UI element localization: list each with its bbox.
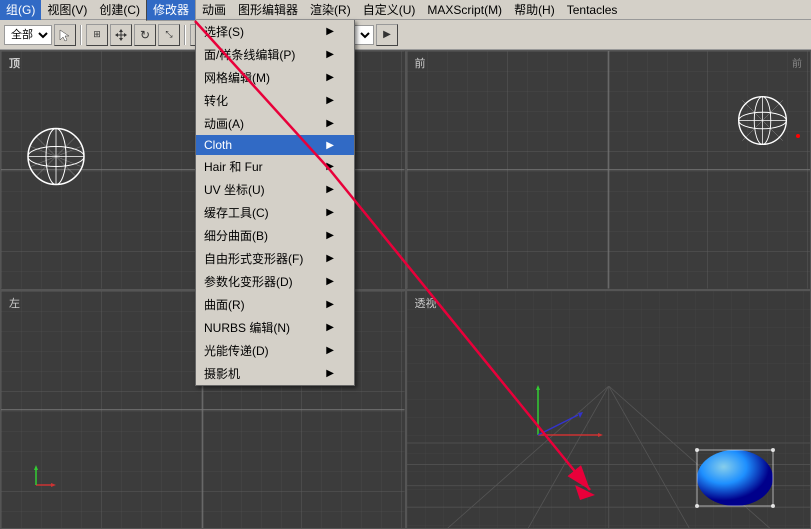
submenu-arrow-subdiv: ▶ xyxy=(326,230,334,241)
submenu-arrow-mesh-edit: ▶ xyxy=(326,72,334,83)
sphere-perspective-svg xyxy=(690,438,780,508)
extra-btn-2[interactable]: ▶ xyxy=(376,24,398,46)
toolbar-sep-1 xyxy=(80,25,82,45)
menu-item-camera[interactable]: 摄影机 ▶ xyxy=(196,362,354,385)
submenu-arrow-select: ▶ xyxy=(326,26,334,37)
submenu-arrow-face-spline: ▶ xyxy=(326,49,334,60)
menu-item-surface[interactable]: 曲面(R) ▶ xyxy=(196,293,354,316)
menu-item-cache[interactable]: 缓存工具(C) ▶ xyxy=(196,201,354,224)
submenu-arrow-animation: ▶ xyxy=(326,118,334,129)
menu-item-mesh-edit[interactable]: 网格编辑(M) ▶ xyxy=(196,66,354,89)
menu-animation[interactable]: 动画 xyxy=(196,0,232,20)
menu-create[interactable]: 创建(C) xyxy=(93,0,146,20)
menu-item-param-deform[interactable]: 参数化变形器(D) ▶ xyxy=(196,270,354,293)
menu-item-nurbs[interactable]: NURBS 编辑(N) ▶ xyxy=(196,316,354,339)
menu-modifier[interactable]: 修改器 xyxy=(146,0,196,21)
submenu-arrow-surface: ▶ xyxy=(326,299,334,310)
menu-view[interactable]: 视图(V) xyxy=(41,0,93,20)
sphere-wire-svg-2 xyxy=(735,93,790,148)
menu-item-select[interactable]: 选择(S) ▶ xyxy=(196,20,354,43)
menu-item-hair-fur[interactable]: Hair 和 Fur ▶ xyxy=(196,155,354,178)
viewport-corner-label: 前 xyxy=(792,55,802,70)
submenu-arrow-nurbs: ▶ xyxy=(326,322,334,333)
submenu-arrow-radiosity: ▶ xyxy=(326,345,334,356)
menu-item-convert[interactable]: 转化 ▶ xyxy=(196,89,354,112)
move-btn[interactable] xyxy=(110,24,132,46)
cursor-icon xyxy=(58,28,72,42)
snap-btn[interactable]: ⊞ xyxy=(86,24,108,46)
viewport-left-label: 左 xyxy=(9,295,20,311)
menu-graph-editor[interactable]: 图形编辑器 xyxy=(232,0,304,20)
modifier-dropdown: 选择(S) ▶ 面/样条线编辑(P) ▶ 网格编辑(M) ▶ 转化 ▶ 动画(A… xyxy=(195,20,355,386)
axis-indicator-left xyxy=(16,465,56,508)
sphere-wire-topleft xyxy=(26,126,86,189)
sphere-perspective xyxy=(690,438,780,508)
viewport-perspective-label: 透视 xyxy=(415,295,437,311)
menubar: 组(G) 视图(V) 创建(C) 修改器 动画 图形编辑器 渲染(R) 自定义(… xyxy=(0,0,811,20)
submenu-arrow-convert: ▶ xyxy=(326,95,334,106)
scale-btn[interactable]: ⤡ xyxy=(158,24,180,46)
submenu-arrow-cloth: ▶ xyxy=(326,140,334,151)
toolbar-sep-2 xyxy=(184,25,186,45)
menu-item-radiosity[interactable]: 光能传递(D) ▶ xyxy=(196,339,354,362)
menu-item-face-spline[interactable]: 面/样条线编辑(P) ▶ xyxy=(196,43,354,66)
menu-item-subdiv[interactable]: 细分曲面(B) ▶ xyxy=(196,224,354,247)
toolbar: 全部 ⊞ ↻ ⤡ 3 % ⊕ ABC 创建选择集 ▶ xyxy=(0,20,811,50)
viewport-perspective[interactable]: 透视 xyxy=(406,290,811,529)
menu-render[interactable]: 渲染(R) xyxy=(304,0,357,20)
menu-item-ffd[interactable]: 自由形式变形器(F) ▶ xyxy=(196,247,354,270)
submenu-arrow-param-deform: ▶ xyxy=(326,276,334,287)
submenu-arrow-ffd: ▶ xyxy=(326,253,334,264)
viewport-front[interactable]: 前 前 xyxy=(406,50,811,290)
viewport-top-label: 顶 xyxy=(9,55,20,71)
sphere-wire-svg xyxy=(26,126,86,186)
menu-item-uv-coord[interactable]: UV 坐标(U) ▶ xyxy=(196,178,354,201)
viewport-container: 顶 xyxy=(0,50,811,529)
move-icon xyxy=(114,28,128,42)
menu-item-cloth[interactable]: Cloth ▶ xyxy=(196,135,354,155)
menu-custom[interactable]: 自定义(U) xyxy=(357,0,422,20)
menu-maxscript[interactable]: MAXScript(M) xyxy=(421,1,508,19)
submenu-arrow-hair-fur: ▶ xyxy=(326,161,334,172)
submenu-arrow-camera: ▶ xyxy=(326,368,334,379)
menu-tentacles[interactable]: Tentacles xyxy=(561,1,624,19)
submenu-arrow-uv-coord: ▶ xyxy=(326,184,334,195)
sphere-wire-topright xyxy=(735,93,790,151)
select-tool-btn[interactable] xyxy=(54,24,76,46)
axis-svg xyxy=(16,465,56,505)
submenu-arrow-cache: ▶ xyxy=(326,207,334,218)
grid-front xyxy=(407,51,811,289)
rotate-btn[interactable]: ↻ xyxy=(134,24,156,46)
menu-item-animation[interactable]: 动画(A) ▶ xyxy=(196,112,354,135)
viewport-front-label: 前 xyxy=(415,55,426,71)
selection-filter-select[interactable]: 全部 xyxy=(4,25,52,45)
perspective-axes xyxy=(528,385,608,445)
menu-help[interactable]: 帮助(H) xyxy=(508,0,561,20)
menu-group[interactable]: 组(G) xyxy=(0,0,41,20)
